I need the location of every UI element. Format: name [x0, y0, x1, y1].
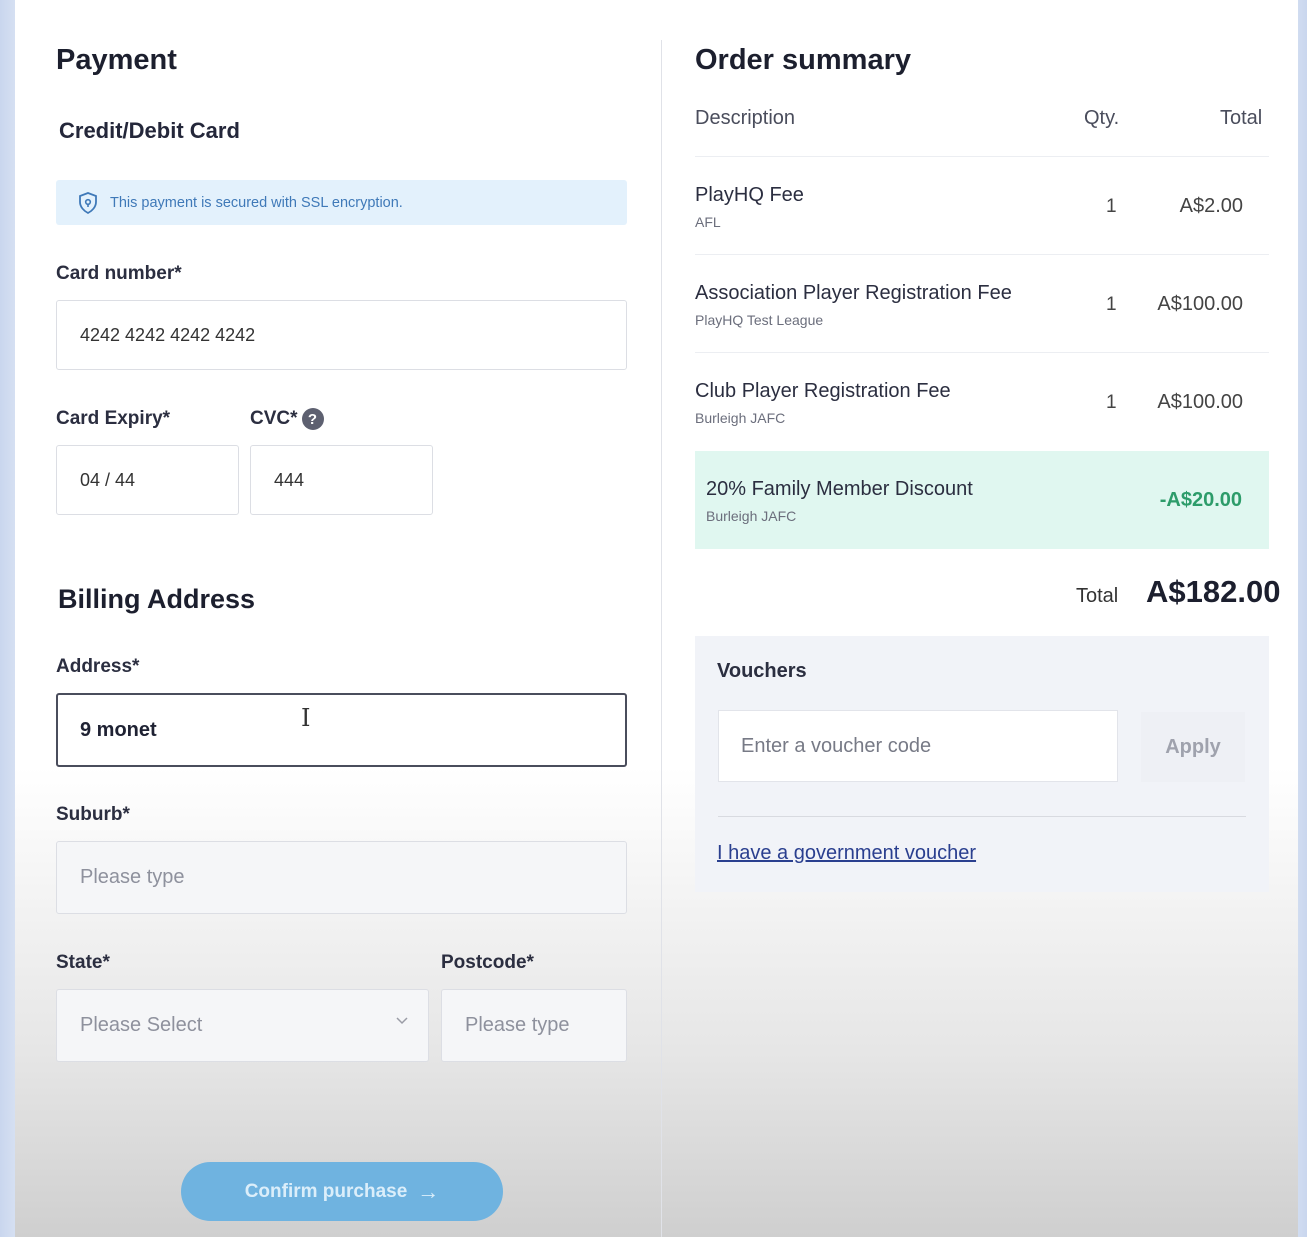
item-sub: AFL	[695, 214, 721, 230]
vouchers-title: Vouchers	[717, 660, 807, 682]
question-circle-icon[interactable]: ?	[301, 408, 324, 430]
order-summary-title: Order summary	[695, 44, 911, 76]
voucher-code-input[interactable]: Enter a voucher code	[718, 710, 1118, 782]
card-number-input[interactable]: 4242 4242 4242 4242	[56, 300, 627, 370]
postcode-label: Postcode*	[441, 952, 534, 973]
payment-method-title: Credit/Debit Card	[59, 118, 240, 143]
address-label: Address*	[56, 656, 140, 677]
discount-amount: -A$20.00	[1159, 489, 1242, 511]
checkout-page: Payment Credit/Debit Card This payment i…	[15, 0, 1298, 1237]
column-divider	[661, 40, 662, 1237]
ssl-notice: This payment is secured with SSL encrypt…	[56, 180, 627, 225]
suburb-input[interactable]: Please type	[56, 841, 627, 914]
apply-voucher-button[interactable]: Apply	[1141, 712, 1245, 782]
voucher-divider	[718, 816, 1246, 817]
chevron-down-icon	[396, 1012, 408, 1028]
confirm-purchase-label: Confirm purchase	[244, 1180, 408, 1202]
cvc-label: CVC*	[250, 408, 298, 430]
state-label: State*	[56, 952, 110, 973]
cvc-label-wrap: CVC*?	[250, 408, 324, 430]
postcode-placeholder: Please type	[465, 1014, 570, 1036]
item-name: Association Player Registration Fee	[695, 282, 1012, 304]
state-select[interactable]: Please Select	[56, 989, 429, 1062]
cvc-input[interactable]: 444	[250, 445, 433, 515]
card-expiry-input[interactable]: 04 / 44	[56, 445, 239, 515]
item-qty: 1	[1106, 392, 1117, 413]
text-cursor-icon: I	[301, 704, 311, 732]
payment-title: Payment	[56, 44, 177, 76]
item-total: A$2.00	[1179, 195, 1243, 217]
item-sub: Burleigh JAFC	[695, 410, 786, 426]
item-total: A$100.00	[1157, 391, 1243, 413]
item-qty: 1	[1106, 196, 1117, 217]
card-number-label: Card number*	[56, 263, 182, 284]
postcode-input[interactable]: Please type	[441, 989, 627, 1062]
government-voucher-link[interactable]: I have a government voucher	[717, 842, 976, 865]
col-total: Total	[1220, 107, 1263, 129]
ssl-notice-text: This payment is secured with SSL encrypt…	[110, 194, 403, 211]
item-name: Club Player Registration Fee	[695, 380, 951, 402]
col-qty: Qty.	[1084, 107, 1120, 129]
billing-title: Billing Address	[58, 584, 256, 614]
arrow-right-icon: →	[417, 1178, 440, 1204]
address-value: 9 monet	[80, 718, 157, 741]
col-description: Description	[695, 107, 796, 129]
card-expiry-label: Card Expiry*	[56, 408, 171, 429]
item-sub: PlayHQ Test League	[695, 312, 824, 328]
confirm-purchase-button[interactable]: Confirm purchase →	[181, 1162, 503, 1221]
card-expiry-value: 04 / 44	[80, 469, 136, 490]
row-divider	[695, 156, 1269, 157]
state-placeholder: Please Select	[80, 1014, 203, 1036]
discount-name: 20% Family Member Discount	[706, 478, 973, 500]
cvc-value: 444	[274, 469, 305, 490]
item-name: PlayHQ Fee	[695, 184, 804, 206]
total-label: Total	[1076, 585, 1119, 607]
suburb-placeholder: Please type	[80, 866, 185, 888]
address-input[interactable]: 9 monet	[56, 693, 627, 767]
card-number-value: 4242 4242 4242 4242	[80, 324, 256, 345]
row-divider	[695, 254, 1269, 255]
item-qty: 1	[1106, 294, 1117, 315]
shield-lock-icon	[79, 191, 97, 214]
row-divider	[695, 352, 1269, 353]
suburb-label: Suburb*	[56, 804, 130, 825]
item-total: A$100.00	[1157, 293, 1243, 315]
discount-sub: Burleigh JAFC	[706, 508, 797, 524]
total-value: A$182.00	[1146, 574, 1281, 609]
voucher-placeholder: Enter a voucher code	[741, 734, 932, 757]
